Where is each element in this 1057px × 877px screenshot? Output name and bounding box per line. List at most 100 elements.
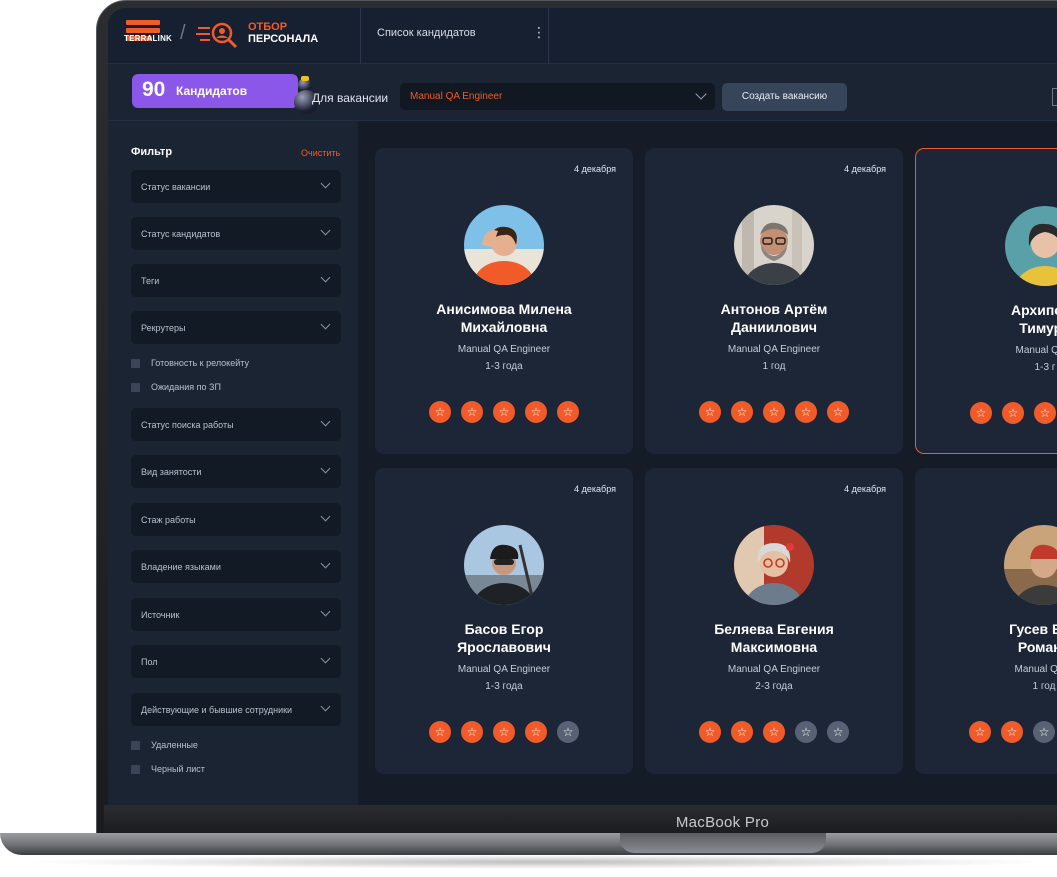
filter-select[interactable]: Владение языками [131,550,341,583]
star-icon[interactable]: ☆ [827,401,849,423]
avatar [734,205,814,285]
filter-checkbox-label: Готовность к релокейту [151,358,249,368]
star-icon[interactable]: ☆ [970,402,992,424]
filter-select[interactable]: Стаж работы [131,503,341,536]
chevron-down-icon [320,463,331,474]
chevron-down-icon [320,511,331,522]
app-name: ОТБОР ПЕРСОНАЛА [248,21,319,45]
star-icon[interactable]: ☆ [557,401,579,423]
avatar [1005,206,1057,286]
candidate-name[interactable]: АрхиповаТимуро [916,301,1057,337]
checkbox-icon[interactable] [131,383,140,392]
avatar [734,525,814,605]
checkbox-icon[interactable] [131,765,140,774]
filter-select[interactable]: Статус поиска работы [131,408,341,441]
filter-select[interactable]: Источник [131,598,341,631]
star-icon[interactable]: ☆ [525,401,547,423]
clear-filter-link[interactable]: Очистить [301,148,340,158]
candidate-position: Manual QA E [1014,664,1057,675]
candidate-card[interactable]: 4 декабря Беляева Евгения Максимовна Manual… [645,468,903,774]
candidate-position: Manual QA Engineer [727,344,821,355]
star-icon[interactable]: ☆ [699,721,721,743]
filter-select-label: Владение языками [141,562,221,572]
candidate-name[interactable]: Басов Егор Ярославович [375,620,633,656]
candidate-experience: 1-3 года [485,681,523,692]
laptop-shadow [20,855,1057,869]
star-icon[interactable]: ☆ [557,721,579,743]
star-icon[interactable]: ☆ [827,721,849,743]
candidates-label: Кандидатов [176,84,248,98]
candidate-experience: 1-3 г [1034,362,1056,373]
star-icon[interactable]: ☆ [763,401,785,423]
star-icon[interactable]: ☆ [429,721,451,743]
star-icon[interactable]: ☆ [969,721,991,743]
candidate-name[interactable]: Беляева Евгения Максимовна [645,620,903,656]
star-icon[interactable]: ☆ [1002,402,1024,424]
rating-stars: ☆☆☆☆☆ [915,721,1057,743]
laptop-notch [620,833,826,853]
star-icon[interactable]: ☆ [731,721,753,743]
candidates-badge[interactable]: 90 Кандидатов [132,74,318,114]
vacancy-select[interactable]: Manual QA Engineer [400,83,715,110]
star-icon[interactable]: ☆ [493,721,515,743]
candidates-grid: 4 декабря Анисимова Милена Михайловна Manua… [358,121,1057,805]
star-icon[interactable]: ☆ [1033,721,1055,743]
vacancy-label: Для вакансии [312,91,389,105]
filter-select[interactable]: Теги [131,264,341,297]
candidate-name[interactable]: Антонов Артём Даниилович [645,300,903,336]
filter-select[interactable]: Пол [131,645,341,678]
star-icon[interactable]: ☆ [699,401,721,423]
candidate-card[interactable]: АрхиповаТимуроManual QA E1-3 г☆☆☆☆☆ [915,148,1057,454]
kebab-icon[interactable]: ⋮ [532,24,546,41]
star-icon[interactable]: ☆ [731,401,753,423]
card-date: 4 декабря [574,164,616,174]
candidate-card[interactable]: Гусев ВлаРоманоManual QA E1 год☆☆☆☆☆ [915,468,1057,774]
star-icon[interactable]: ☆ [429,401,451,423]
candidate-experience: 1 год [1032,681,1056,692]
filter-checkbox-label: Черный лист [151,764,205,774]
filter-select[interactable]: Рекрутеры [131,311,341,344]
star-icon[interactable]: ☆ [795,401,817,423]
checkbox-icon[interactable] [131,359,140,368]
star-icon[interactable]: ☆ [1001,721,1023,743]
chevron-down-icon [695,88,707,100]
create-vacancy-button[interactable]: Создать вакансию [722,83,847,111]
search-person-icon [196,22,238,48]
candidate-position: Manual QA Engineer [727,664,821,675]
filter-select-label: Рекрутеры [141,323,186,333]
rating-stars: ☆☆☆☆☆ [916,402,1057,424]
star-icon[interactable]: ☆ [763,721,785,743]
star-icon[interactable]: ☆ [525,721,547,743]
card-date: 4 декабря [574,484,616,494]
candidate-experience: 2-3 года [755,681,793,692]
star-icon[interactable]: ☆ [1034,402,1056,424]
rating-stars: ☆ ☆ ☆ ☆ ☆ [645,401,903,423]
panel-icon[interactable] [1052,88,1057,106]
chevron-down-icon [320,319,331,330]
star-icon[interactable]: ☆ [493,401,515,423]
filter-select-label: Статус вакансии [141,182,211,192]
star-icon[interactable]: ☆ [461,721,483,743]
candidate-name[interactable]: Анисимова Милена Михайловна [375,300,633,336]
candidate-card[interactable]: 4 декабря Антонов Артём Даниилович Manual Q… [645,148,903,454]
candidate-card[interactable]: 4 декабря Анисимова Милена Михайловна Manua… [375,148,633,454]
candidate-experience: 1-3 года [485,361,523,372]
filter-select[interactable]: Статус кандидатов [131,217,341,250]
checkbox-icon[interactable] [131,741,140,750]
candidate-name[interactable]: Гусев ВлаРомано [915,620,1057,656]
filter-select[interactable]: Вид занятости [131,455,341,488]
star-icon[interactable]: ☆ [461,401,483,423]
filter-select-label: Теги [141,276,160,286]
avatar [1004,525,1057,605]
filter-select[interactable]: Действующие и бывшие сотрудники [131,693,341,726]
laptop-chin [104,805,1057,833]
chevron-down-icon [320,653,331,664]
app-screen: TERRALINK / ОТБОР ПЕРСОНАЛА Список канди… [108,8,1057,805]
filter-select-label: Статус поиска работы [141,420,234,430]
candidate-card[interactable]: 4 декабря Басов Егор Ярославович Manual QA … [375,468,633,774]
filter-select[interactable]: Статус вакансии [131,170,341,203]
rating-stars: ☆ ☆ ☆ ☆ ☆ [645,721,903,743]
page-title: Список кандидатов [377,27,476,39]
star-icon[interactable]: ☆ [795,721,817,743]
chevron-down-icon [320,606,331,617]
